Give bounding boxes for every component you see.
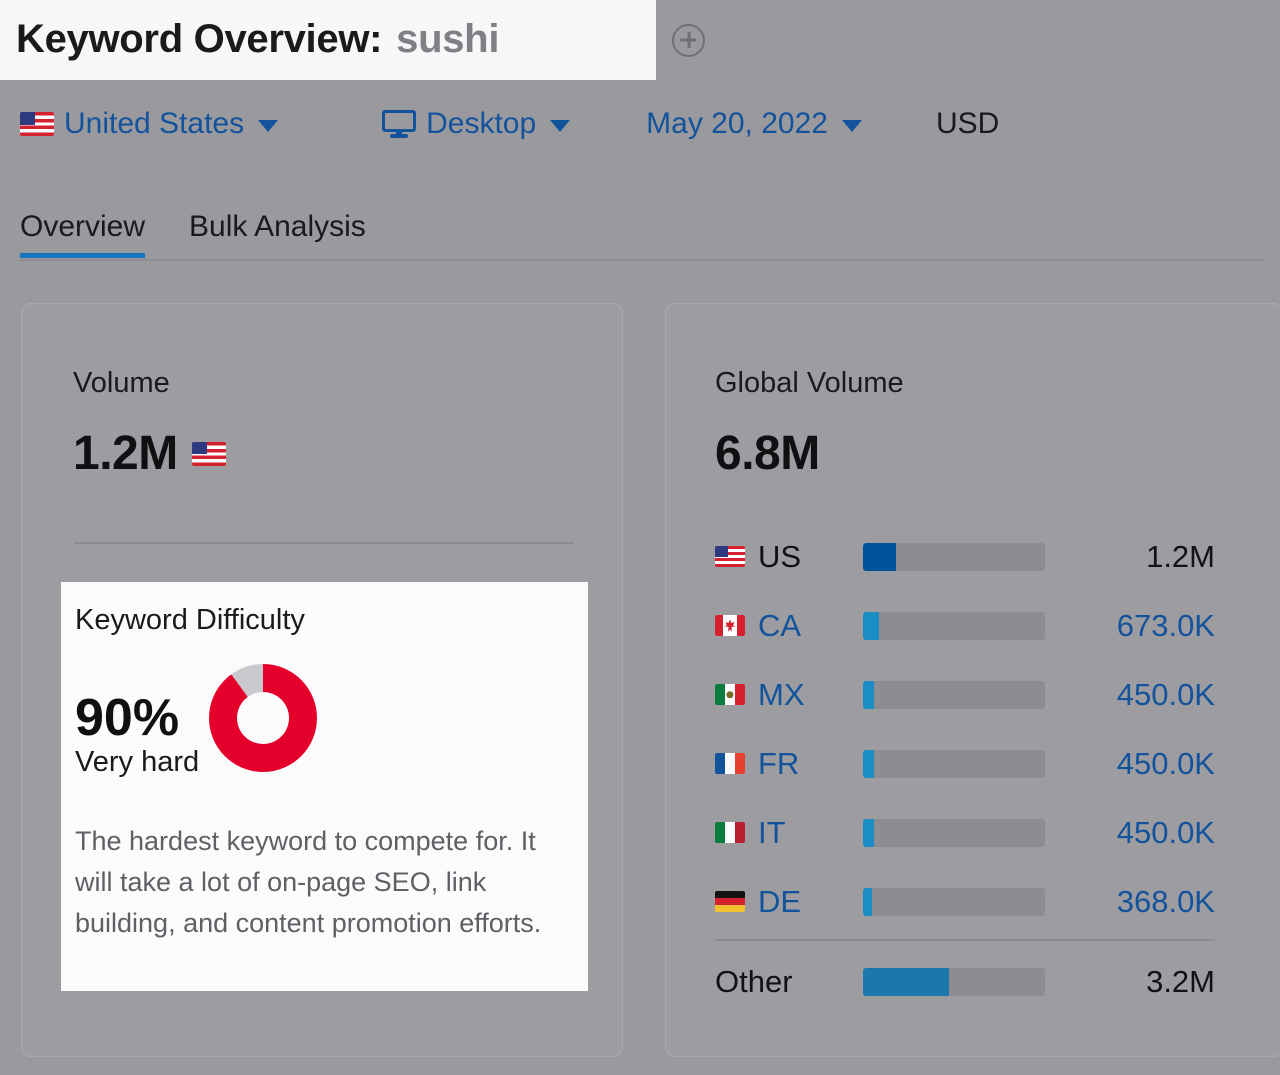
page-root: Keyword Overview: sushi United States De… — [0, 0, 1280, 1075]
country-code: Other — [715, 963, 793, 999]
keyword-difficulty-level: Very hard — [75, 746, 200, 778]
it-flag-icon — [715, 822, 745, 843]
global-volume-title: Global Volume — [715, 367, 904, 399]
volume-card-divider — [74, 542, 574, 544]
volume-bar-track — [863, 887, 1045, 916]
chevron-down-icon — [258, 120, 279, 132]
global-volume-divider — [715, 939, 1215, 941]
tab-overview[interactable]: Overview — [20, 210, 146, 258]
keyword-difficulty-title: Keyword Difficulty — [75, 604, 305, 636]
tab-bar: Overview Bulk Analysis — [20, 198, 366, 258]
page-title: Keyword Overview: — [16, 16, 383, 61]
country-row[interactable]: IT 450.0K — [715, 798, 1215, 867]
volume-bar-fill — [863, 680, 874, 709]
page-title-highlight: Keyword Overview: sushi — [0, 0, 656, 80]
plus-circle-icon[interactable] — [672, 23, 705, 57]
global-volume-value: 6.8M — [715, 427, 820, 480]
device-selector-label: Desktop — [426, 107, 537, 140]
us-flag-icon — [20, 112, 54, 136]
volume-bar-track — [863, 611, 1045, 640]
chevron-down-icon — [841, 120, 862, 132]
country-row: Other 3.2M — [715, 947, 1215, 1016]
country-volume-value[interactable]: 368.0K — [1045, 884, 1215, 920]
keyword-difficulty-donut-chart — [209, 664, 318, 772]
monitor-icon — [382, 110, 417, 138]
country-label-cell: Other — [715, 964, 863, 1000]
volume-bar-track — [863, 680, 1045, 709]
volume-card-value: 1.2M — [73, 427, 178, 480]
country-label-cell: IT — [715, 815, 863, 851]
page-title-keyword: sushi — [396, 16, 500, 61]
us-flag-icon — [715, 546, 745, 567]
fr-flag-icon — [715, 753, 745, 774]
volume-card-value-row: 1.2M — [73, 426, 226, 481]
country-label-cell: MX — [715, 677, 863, 713]
global-volume-country-list: US 1.2M CA 673.0K MX 450.0K FR 450.0K IT 450.0K DE… — [715, 522, 1215, 1016]
tab-bar-divider — [20, 259, 1265, 261]
de-flag-icon — [715, 891, 745, 912]
volume-bar-fill — [863, 818, 874, 847]
date-selector-label: May 20, 2022 — [646, 107, 828, 140]
chevron-down-icon — [550, 120, 571, 132]
mx-flag-icon — [715, 684, 745, 705]
country-code[interactable]: DE — [758, 884, 801, 920]
us-flag-icon — [191, 441, 226, 466]
global-volume-card: Global Volume 6.8M US 1.2M CA 673.0K MX 450.0… — [665, 303, 1280, 1057]
date-selector[interactable]: May 20, 2022 — [646, 107, 862, 141]
volume-bar-fill — [863, 967, 949, 996]
currency-indicator: USD — [936, 107, 999, 141]
volume-bar-fill — [863, 749, 874, 778]
volume-bar-track — [863, 967, 1045, 996]
country-row: US 1.2M — [715, 522, 1215, 591]
volume-bar-fill — [863, 887, 873, 916]
volume-bar-track — [863, 818, 1045, 847]
country-selector[interactable]: United States — [20, 107, 279, 141]
country-volume-value[interactable]: 673.0K — [1045, 608, 1215, 644]
filter-bar: United States Desktop May 20, 2022 USD — [20, 100, 999, 148]
country-label-cell: DE — [715, 884, 863, 920]
volume-bar-track — [863, 542, 1045, 571]
keyword-difficulty-panel: Keyword Difficulty 90% Very hard The har… — [61, 582, 588, 991]
device-selector[interactable]: Desktop — [382, 107, 571, 141]
volume-bar-fill — [863, 611, 880, 640]
country-code[interactable]: CA — [758, 608, 801, 644]
country-volume-value[interactable]: 450.0K — [1045, 815, 1215, 851]
country-volume-value[interactable]: 450.0K — [1045, 677, 1215, 713]
country-row[interactable]: CA 673.0K — [715, 591, 1215, 660]
ca-flag-icon — [715, 615, 745, 636]
volume-bar-fill — [863, 542, 896, 571]
keyword-difficulty-description: The hardest keyword to compete for. It w… — [75, 826, 542, 938]
country-label-cell: FR — [715, 746, 863, 782]
country-selector-label: United States — [64, 107, 245, 140]
volume-card-title: Volume — [73, 367, 170, 399]
tab-bulk-analysis[interactable]: Bulk Analysis — [189, 210, 366, 258]
page-title-row: Keyword Overview: sushi — [0, 0, 705, 80]
country-label-cell: US — [715, 539, 863, 575]
country-row[interactable]: MX 450.0K — [715, 660, 1215, 729]
volume-bar-track — [863, 749, 1045, 778]
volume-card: Volume 1.2M Keyword Difficulty 90% Very … — [21, 303, 623, 1057]
country-code: US — [758, 538, 802, 574]
country-row[interactable]: DE 368.0K — [715, 867, 1215, 936]
country-volume-value: 3.2M — [1146, 963, 1215, 999]
country-code[interactable]: FR — [758, 746, 799, 782]
country-volume-value: 1.2M — [1146, 538, 1215, 574]
country-label-cell: CA — [715, 608, 863, 644]
keyword-difficulty-score: 90% — [75, 689, 180, 747]
country-row[interactable]: FR 450.0K — [715, 729, 1215, 798]
country-volume-value[interactable]: 450.0K — [1045, 746, 1215, 782]
country-code[interactable]: MX — [758, 677, 805, 713]
currency-label: USD — [935, 107, 1000, 140]
country-code[interactable]: IT — [758, 815, 786, 851]
